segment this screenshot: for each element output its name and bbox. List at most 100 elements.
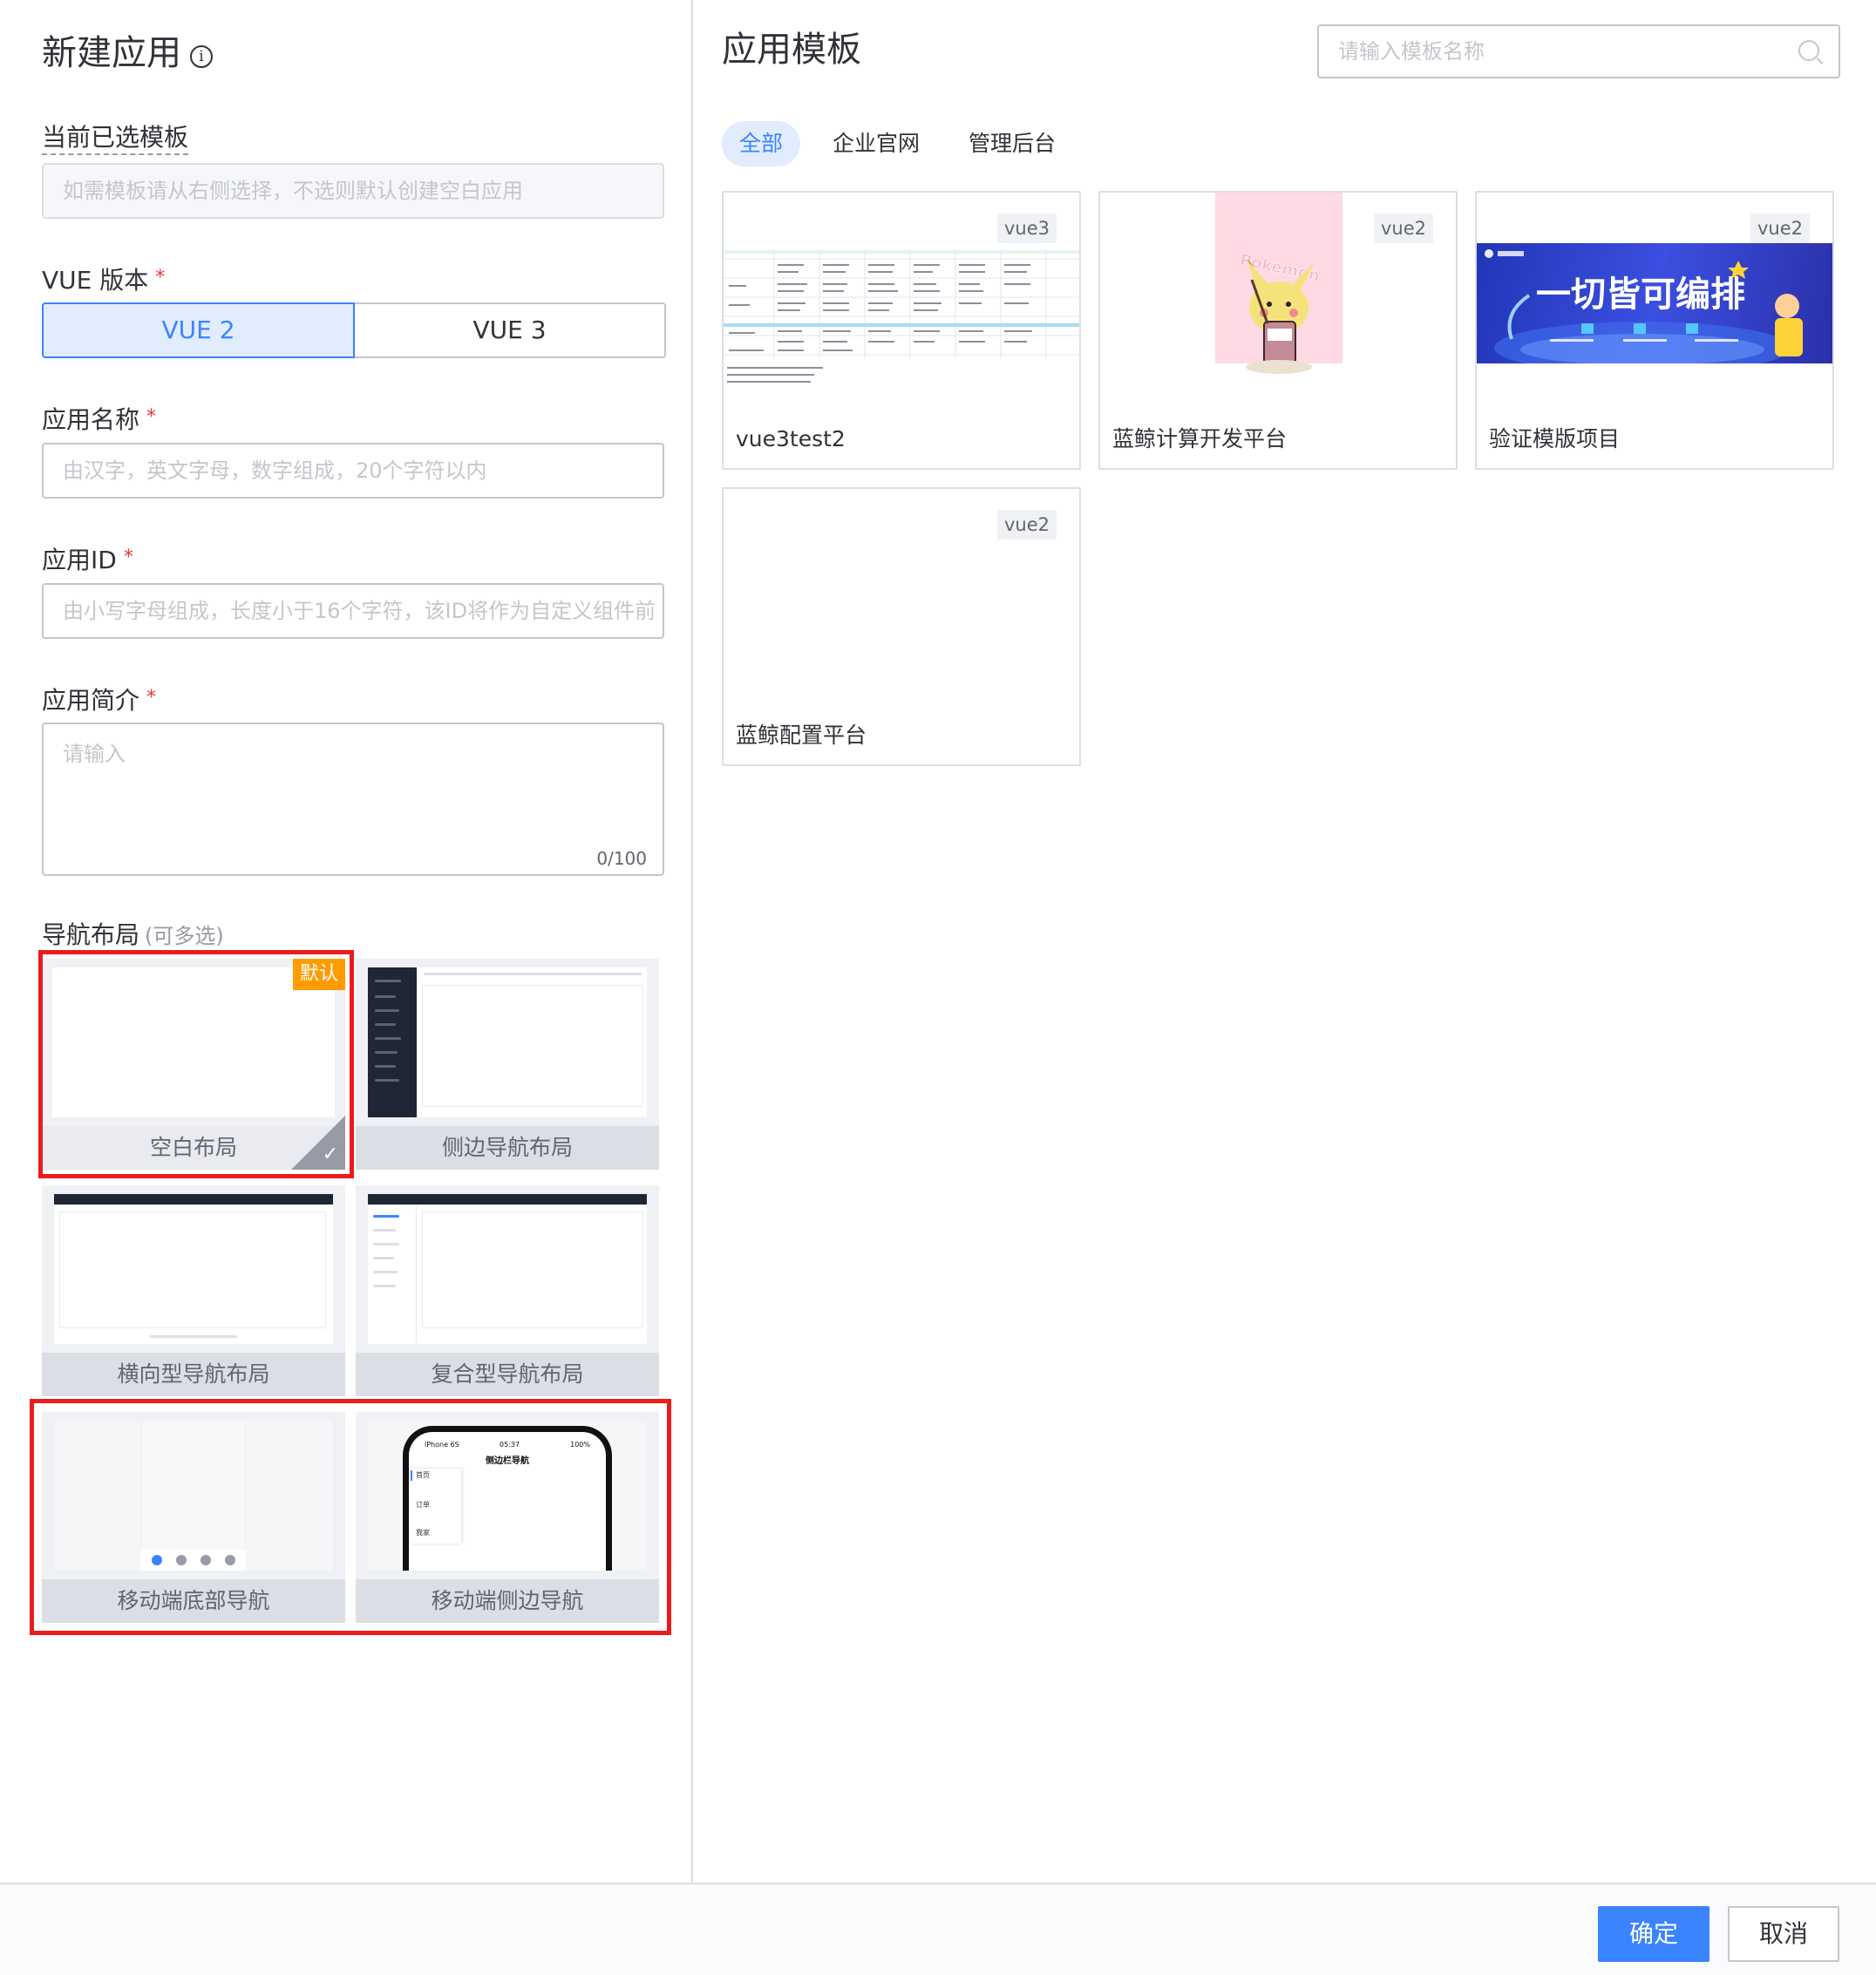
thumb-line xyxy=(375,1037,401,1040)
thumb-content xyxy=(422,1211,643,1328)
tab-icon xyxy=(176,1555,187,1565)
tab-icon xyxy=(201,1555,211,1565)
desc-char-counter: 0/100 xyxy=(596,848,647,869)
phone-title: 侧边栏导航 xyxy=(486,1456,529,1466)
thumb-light-sidebar xyxy=(368,1205,417,1344)
thumb-content xyxy=(422,985,643,1107)
thumb-line xyxy=(373,1229,396,1232)
layout-mobile-bottom-nav-thumbnail xyxy=(54,1421,333,1571)
thumb-header xyxy=(424,973,642,975)
pikachu-illustration: Pokémon xyxy=(1238,250,1322,374)
home-icon xyxy=(152,1555,162,1565)
app-desc-textarea[interactable]: 请输入 0/100 xyxy=(42,723,664,876)
layout-horizontal-nav[interactable]: 横向型导航布局 xyxy=(42,1185,345,1396)
nav-layout-hint: (可多选) xyxy=(145,924,224,948)
template-card-verify-template[interactable]: 一切皆可编排 vue2 验证模版项目 xyxy=(1475,191,1834,470)
phone-time: 05:37 xyxy=(500,1441,520,1449)
default-badge: 默认 xyxy=(292,959,345,990)
desc-placeholder: 请输入 xyxy=(63,742,126,766)
tab-enterprise-site[interactable]: 企业官网 xyxy=(815,121,937,166)
app-desc-label-text: 应用简介 xyxy=(42,686,140,715)
thumb-line xyxy=(375,995,396,998)
vue-version-selector: VUE 2 VUE 3 xyxy=(42,302,666,358)
thumb-footer xyxy=(150,1335,237,1338)
thumb-phone-screen xyxy=(141,1421,246,1571)
app-id-input[interactable]: 由小写字母组成，长度小于16个字符，该ID将作为自定义组件前 xyxy=(42,583,664,639)
vue-version-tag: vue2 xyxy=(1373,214,1433,243)
thumb-topbar xyxy=(54,1194,333,1205)
phone-menu-item: 我家 xyxy=(416,1529,430,1537)
template-preview: Pokémon xyxy=(1215,193,1342,374)
phone-menu-item: 首页 xyxy=(416,1471,430,1479)
app-id-label-text: 应用ID xyxy=(42,546,117,574)
app-desc-label: 应用简介 * xyxy=(42,682,156,717)
vue-version-label-text: VUE 版本 xyxy=(42,266,149,295)
banner-illustration: 一切皆可编排 xyxy=(1485,249,1803,363)
app-id-label: 应用ID * xyxy=(42,541,133,577)
required-mark: * xyxy=(155,267,166,288)
layout-mobile-side-nav[interactable]: iPhone 6S 05:37 100% 侧边栏导航 首页 订单 我家 移动端侧… xyxy=(356,1412,659,1623)
template-card-bk-compute-platform[interactable]: Pokémon vue2 蓝鲸计算开发平台 xyxy=(1098,191,1458,470)
phone-menu-item: 订单 xyxy=(416,1501,430,1509)
template-name: 蓝鲸配置平台 xyxy=(736,723,867,748)
layout-side-nav-thumbnail xyxy=(368,967,647,1117)
spreadsheet-preview xyxy=(724,227,1079,393)
layout-label: 横向型导航布局 xyxy=(42,1353,345,1396)
app-name-label: 应用名称 * xyxy=(42,401,156,437)
app-name-label-text: 应用名称 xyxy=(42,405,140,434)
required-mark: * xyxy=(146,687,157,709)
thumb-line xyxy=(375,1051,398,1054)
required-mark: * xyxy=(146,406,157,428)
thumb-line xyxy=(373,1285,396,1287)
create-app-form-panel: 新建应用 i 当前已选模板 如需模板请从右侧选择，不选则默认创建空白应用 VUE… xyxy=(0,0,693,1883)
menu-active-indicator xyxy=(411,1470,412,1481)
template-label-text: 当前已选模板 xyxy=(42,123,189,155)
layout-label: 移动端侧边导航 xyxy=(356,1579,659,1623)
layout-side-nav[interactable]: 侧边导航布局 xyxy=(356,959,659,1170)
layout-blank[interactable]: 默认 空白布局 ✓ xyxy=(42,959,345,1170)
vue-version-tag: vue2 xyxy=(1750,214,1810,243)
thumb-line xyxy=(375,1009,399,1012)
thumb-line xyxy=(375,1023,396,1026)
layout-composite-nav[interactable]: 复合型导航布局 xyxy=(356,1185,659,1396)
vue-version-tag: vue3 xyxy=(996,214,1057,243)
layout-label: 侧边导航布局 xyxy=(356,1126,659,1170)
layout-mobile-side-nav-thumbnail: iPhone 6S 05:37 100% 侧边栏导航 首页 订单 我家 xyxy=(368,1421,647,1571)
template-card-bk-config-platform[interactable]: vue2 蓝鲸配置平台 xyxy=(722,487,1081,766)
vue-version-label: VUE 版本 * xyxy=(42,261,165,297)
cancel-button[interactable]: 取消 xyxy=(1728,1906,1839,1962)
search-icon[interactable] xyxy=(1798,40,1819,61)
template-name: 蓝鲸计算开发平台 xyxy=(1112,426,1288,451)
dialog-footer: 确定 取消 xyxy=(0,1883,1876,1975)
thumb-content xyxy=(59,1211,326,1328)
search-placeholder: 请输入模板名称 xyxy=(1338,39,1485,64)
layout-horizontal-nav-thumbnail xyxy=(54,1194,333,1344)
template-search-input[interactable]: 请输入模板名称 xyxy=(1317,24,1840,78)
banner-slogan: 一切皆可编排 xyxy=(1536,275,1745,315)
tab-admin-console[interactable]: 管理后台 xyxy=(951,121,1073,166)
info-icon[interactable]: i xyxy=(190,45,213,68)
template-label: 当前已选模板 xyxy=(42,121,189,155)
nav-layout-label-text: 导航布局 xyxy=(42,920,140,949)
confirm-button[interactable]: 确定 xyxy=(1598,1906,1709,1962)
template-preview: 一切皆可编排 xyxy=(1477,243,1832,363)
layout-label: 移动端底部导航 xyxy=(42,1579,345,1623)
thumb-line xyxy=(373,1243,399,1245)
vue2-option[interactable]: VUE 2 xyxy=(42,302,355,358)
layout-mobile-bottom-nav[interactable]: 移动端底部导航 xyxy=(42,1412,345,1623)
tab-all[interactable]: 全部 xyxy=(722,121,801,166)
nav-layout-label: 导航布局 (可多选) xyxy=(42,919,224,953)
thumb-sidebar xyxy=(368,967,417,1117)
thumb-line xyxy=(375,1065,396,1068)
thumb-line xyxy=(375,1079,399,1082)
thumb-line xyxy=(373,1271,398,1273)
tab-icon xyxy=(225,1555,235,1565)
template-card-vue3test2[interactable]: vue3 vue3test2 xyxy=(722,191,1081,470)
thumb-phone-frame: iPhone 6S 05:37 100% 侧边栏导航 首页 订单 我家 xyxy=(403,1426,612,1571)
template-preview xyxy=(724,227,1079,393)
templates-title: 应用模板 xyxy=(722,30,861,70)
app-name-input[interactable]: 由汉字，英文字母，数字组成，20个字符以内 xyxy=(42,443,664,499)
check-icon: ✓ xyxy=(322,1144,338,1165)
vue3-option[interactable]: VUE 3 xyxy=(355,302,666,358)
selected-template-input: 如需模板请从右侧选择，不选则默认创建空白应用 xyxy=(42,163,664,219)
